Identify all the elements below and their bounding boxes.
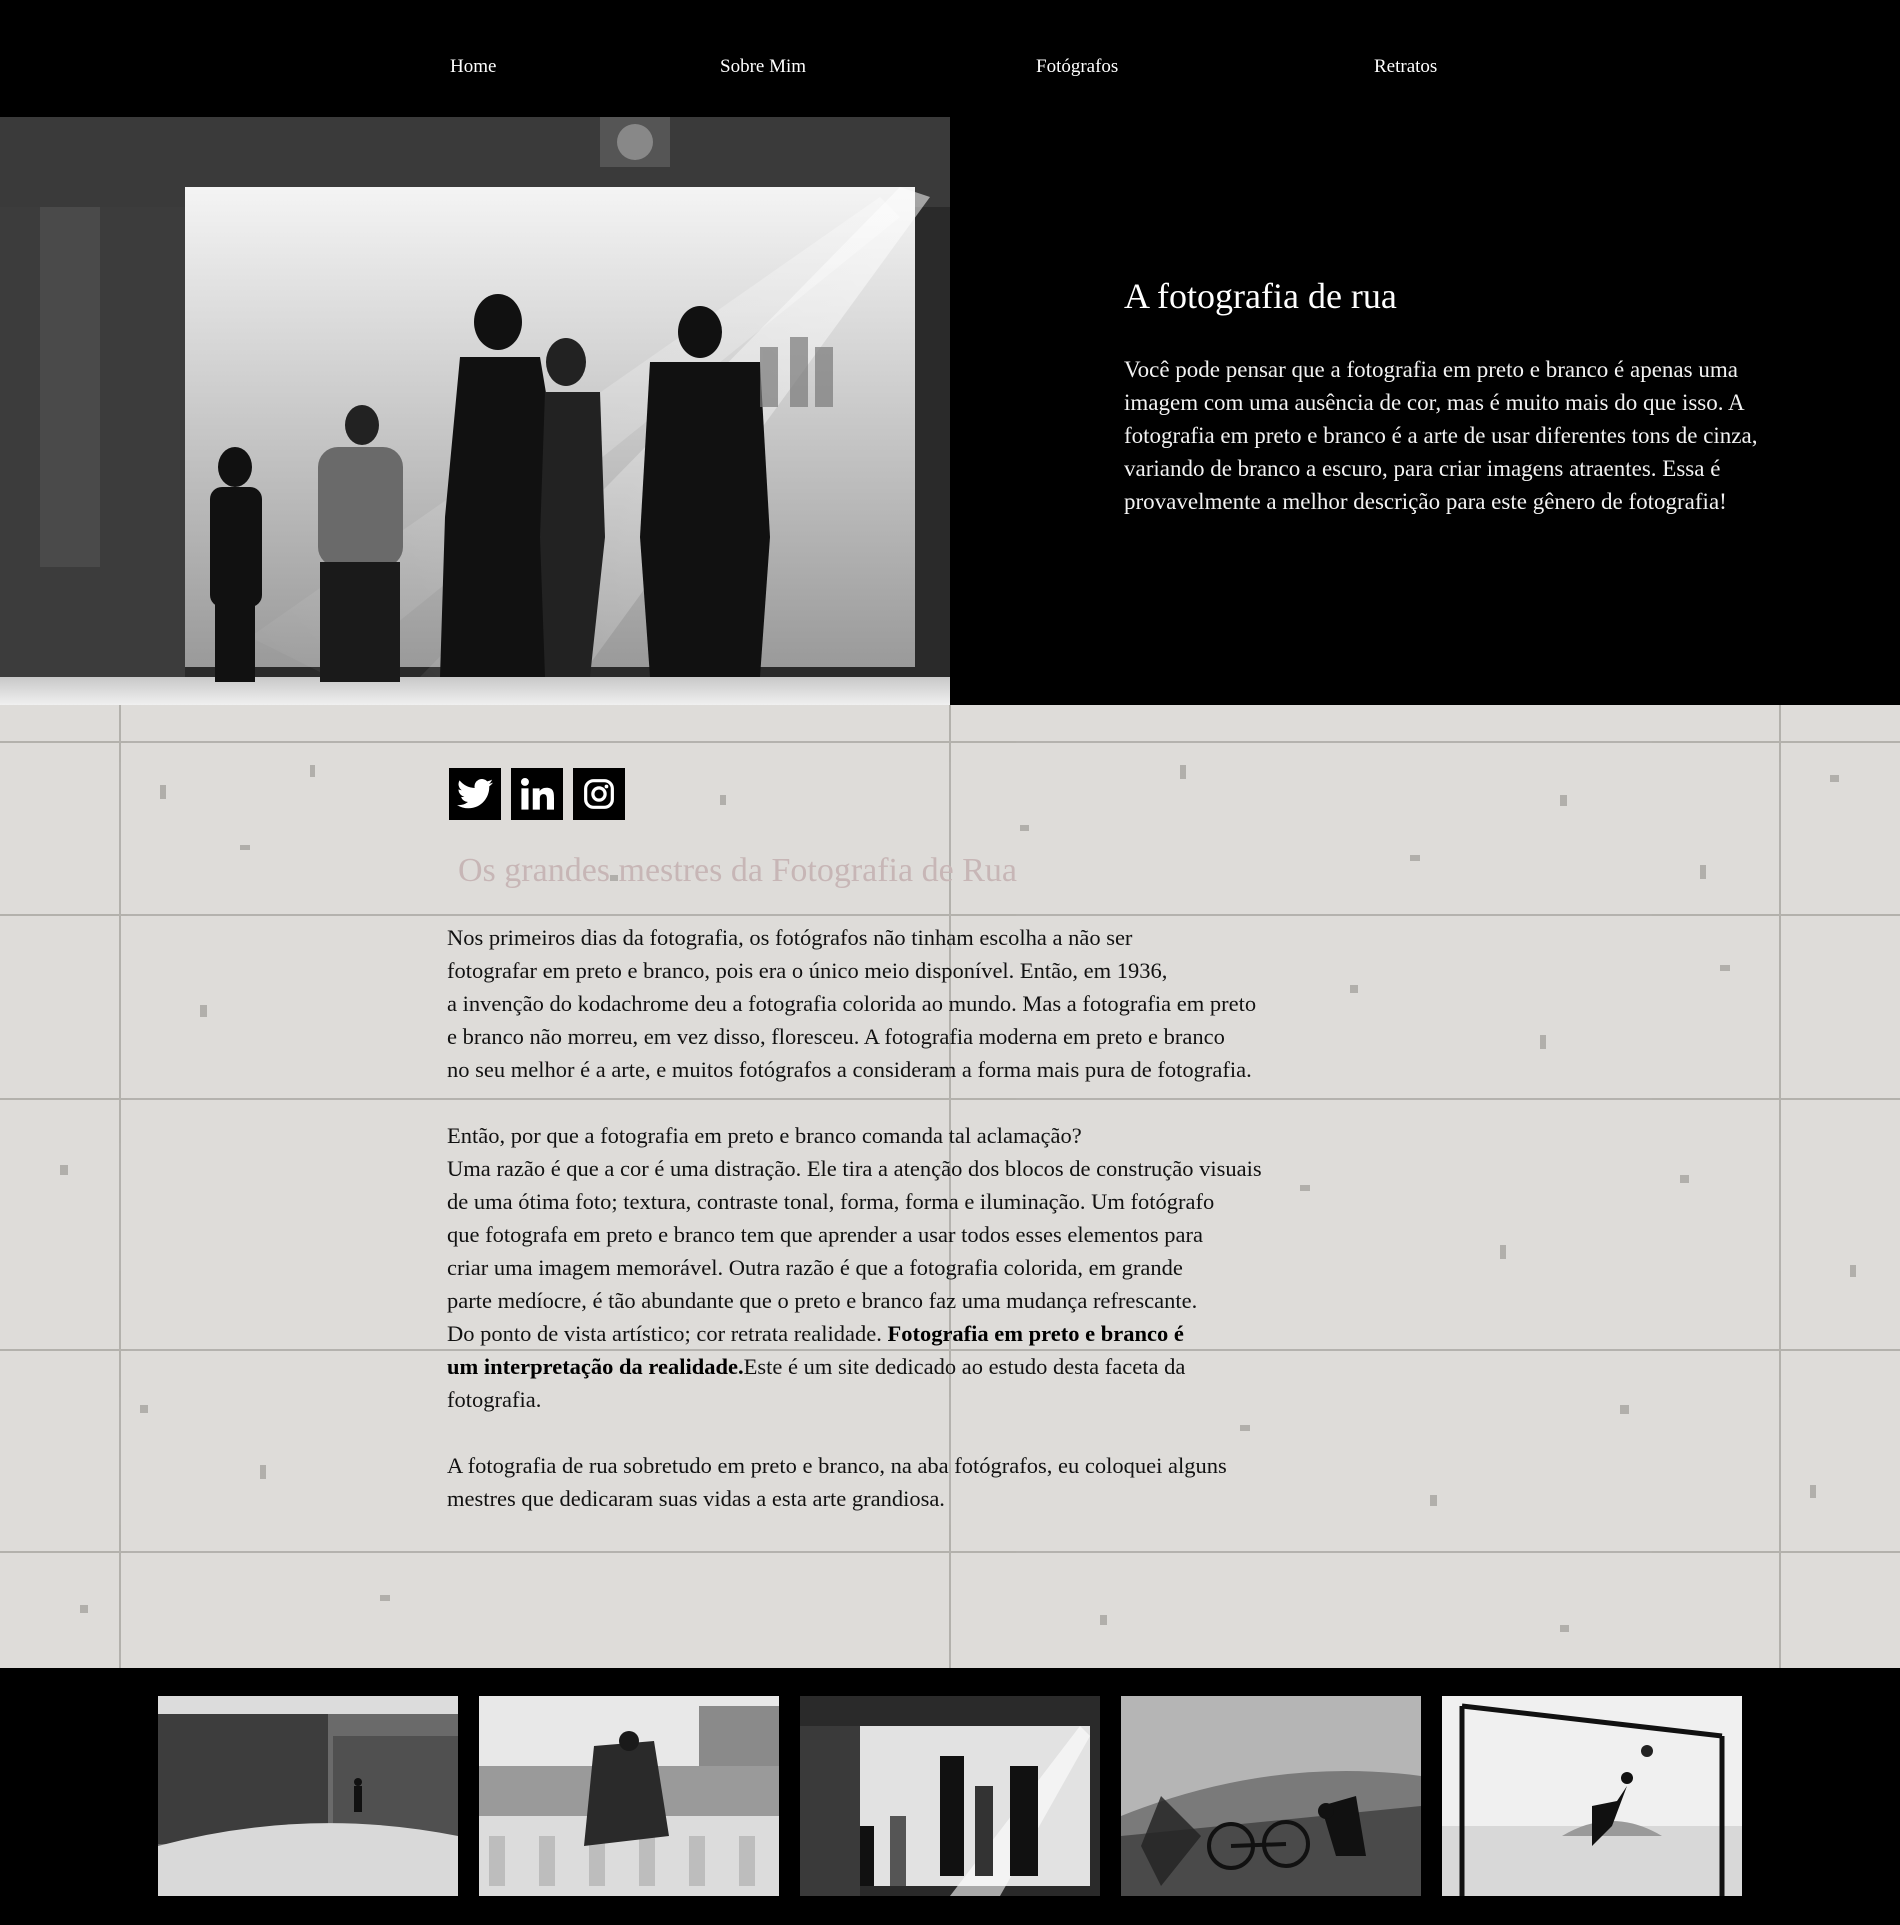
photo-gallery [0, 1668, 1900, 1925]
text-line: de uma ótima foto; textura, contraste to… [447, 1189, 1215, 1214]
text-line: Uma razão é que a cor é uma distração. E… [447, 1156, 1262, 1181]
top-nav: Home Sobre Mim Fotógrafos Retratos [0, 0, 1900, 117]
gallery-photo-light-tunnel[interactable] [800, 1696, 1100, 1896]
nav-home[interactable]: Home [450, 56, 496, 78]
text-line: Do ponto de vista artístico; cor retrata… [447, 1317, 1467, 1350]
text-line: a invenção do kodachrome deu a fotografi… [447, 991, 1257, 1016]
gallery-photo-bicycle[interactable] [1121, 1696, 1421, 1896]
gallery-photo-museum[interactable] [158, 1696, 458, 1896]
text-segment: Do ponto de vista artístico; cor retrata… [447, 1321, 888, 1346]
hero-photo [0, 117, 950, 705]
gallery-photo-bridge[interactable] [479, 1696, 779, 1896]
text-line: fotografar em preto e branco, pois era o… [447, 958, 1168, 983]
text-line: no seu melhor é a arte, e muitos fotógra… [447, 1057, 1252, 1082]
hero-title: A fotografia de rua [1124, 276, 1397, 316]
section-title: Os grandes mestres da Fotografia de Rua [458, 852, 1017, 889]
paragraph-1: Nos primeiros dias da fotografia, os fot… [447, 921, 1467, 1086]
article-body: Nos primeiros dias da fotografia, os fot… [447, 921, 1467, 1548]
bold-text: Fotografia em preto e branco é [887, 1321, 1184, 1346]
nav-sobre-mim[interactable]: Sobre Mim [720, 56, 806, 78]
paragraph-3: A fotografia de rua sobretudo em preto e… [447, 1449, 1467, 1515]
bold-text: um interpretação da realidade. [447, 1354, 744, 1379]
text-line: Então, por que a fotografia em preto e b… [447, 1123, 1082, 1148]
text-line: parte medíocre, é tão abundante que o pr… [447, 1288, 1198, 1313]
text-line: um interpretação da realidade.Este é um … [447, 1350, 1467, 1383]
twitter-icon[interactable] [449, 768, 501, 820]
instagram-icon[interactable] [573, 768, 625, 820]
text-line: criar uma imagem memorável. Outra razão … [447, 1255, 1183, 1280]
text-line: fotografia. [447, 1387, 542, 1412]
text-line: A fotografia de rua sobretudo em preto e… [447, 1453, 1227, 1478]
gallery-photo-beach-soccer[interactable] [1442, 1696, 1742, 1896]
hero-text: A fotografia de rua Você pode pensar que… [1124, 275, 1824, 518]
text-segment: Este é um site dedicado ao estudo desta … [743, 1354, 1186, 1379]
nav-retratos[interactable]: Retratos [1374, 56, 1437, 78]
nav-fotografos[interactable]: Fotógrafos [1036, 56, 1118, 78]
paragraph-2: Então, por que a fotografia em preto e b… [447, 1119, 1467, 1416]
text-line: que fotografa em preto e branco tem que … [447, 1222, 1203, 1247]
text-line: Nos primeiros dias da fotografia, os fot… [447, 925, 1133, 950]
text-line: e branco não morreu, em vez disso, flore… [447, 1024, 1225, 1049]
text-line: mestres que dedicaram suas vidas a esta … [447, 1486, 945, 1511]
hero-description: Você pode pensar que a fotografia em pre… [1124, 357, 1758, 514]
social-links [449, 768, 625, 820]
linkedin-icon[interactable] [511, 768, 563, 820]
